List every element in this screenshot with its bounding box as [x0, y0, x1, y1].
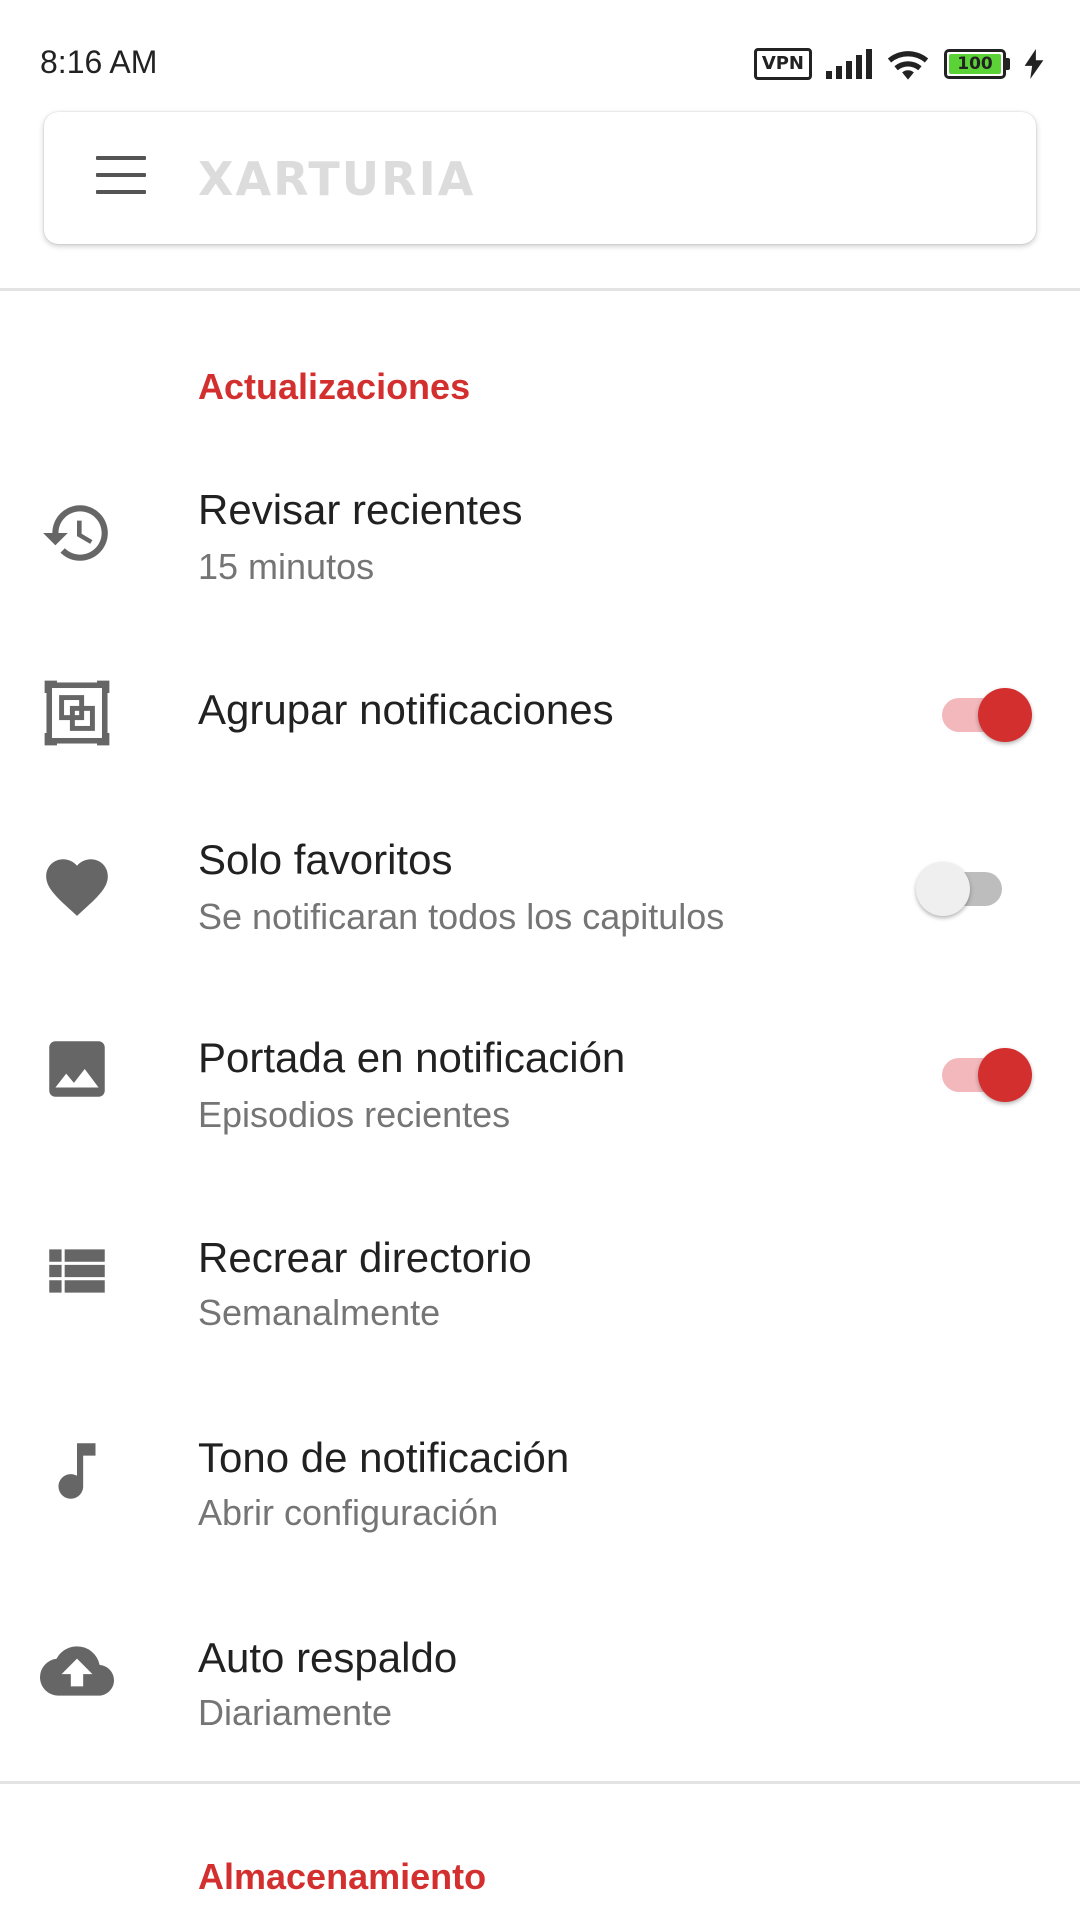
- cover-in-notification-switch[interactable]: [934, 1040, 1032, 1102]
- heart-icon: [40, 850, 114, 924]
- pref-title: Auto respaldo: [198, 1634, 458, 1681]
- section-header-storage: Almacenamiento: [198, 1856, 487, 1897]
- pref-summary: Abrir configuración: [198, 1492, 499, 1533]
- divider: [0, 1781, 1080, 1784]
- battery-icon: 100: [944, 49, 1010, 79]
- signal-icon: [826, 49, 872, 79]
- group-notifications-switch[interactable]: [934, 680, 1032, 742]
- wifi-icon: [887, 51, 929, 80]
- pref-summary: Episodios recientes: [198, 1094, 511, 1135]
- menu-icon[interactable]: [96, 156, 148, 198]
- charging-icon: [1024, 49, 1044, 79]
- only-favorites-switch[interactable]: [916, 854, 1014, 916]
- pref-title: Agrupar notificaciones: [198, 686, 614, 733]
- pref-title: Solo favoritos: [198, 836, 453, 883]
- pref-summary: Semanalmente: [198, 1292, 441, 1333]
- pref-notification-tone[interactable]: Tono de notificación Abrir configuración: [0, 1390, 1080, 1580]
- status-time: 8:16 AM: [40, 44, 158, 80]
- pref-check-recent[interactable]: Revisar recientes 15 minutos: [0, 438, 1080, 628]
- image-icon: [40, 1032, 114, 1106]
- pref-title: Revisar recientes: [198, 486, 523, 533]
- pref-summary: Se notificaran todos los capitulos: [198, 896, 725, 937]
- pref-group-notifications[interactable]: Agrupar notificaciones: [0, 618, 1080, 808]
- history-icon: [40, 496, 114, 570]
- cloud-upload-icon: [40, 1634, 114, 1708]
- pref-title: Tono de notificación: [198, 1434, 570, 1481]
- status-icons: VPN 100: [753, 44, 1044, 84]
- search-placeholder: XARTURIA: [198, 152, 476, 206]
- pref-summary: Diariamente: [198, 1692, 393, 1733]
- section-header-updates: Actualizaciones: [198, 366, 471, 407]
- pref-cover-in-notification[interactable]: Portada en notificación Episodios recien…: [0, 990, 1080, 1180]
- vpn-icon: VPN: [753, 48, 812, 80]
- battery-level: 100: [949, 54, 1001, 74]
- list-icon: [40, 1234, 114, 1308]
- pref-only-favorites[interactable]: Solo favoritos Se notificaran todos los …: [0, 790, 1080, 980]
- pref-title: Portada en notificación: [198, 1034, 626, 1081]
- music-note-icon: [40, 1434, 114, 1508]
- group-notifications-icon: [40, 676, 114, 750]
- pref-auto-backup[interactable]: Auto respaldo Diariamente: [0, 1590, 1080, 1780]
- divider: [0, 288, 1080, 291]
- pref-title: Recrear directorio: [198, 1234, 532, 1281]
- pref-recreate-directory[interactable]: Recrear directorio Semanalmente: [0, 1190, 1080, 1380]
- pref-summary: 15 minutos: [198, 546, 375, 587]
- status-bar: 8:16 AM VPN 100: [0, 0, 1080, 110]
- search-bar[interactable]: XARTURIA: [44, 112, 1036, 244]
